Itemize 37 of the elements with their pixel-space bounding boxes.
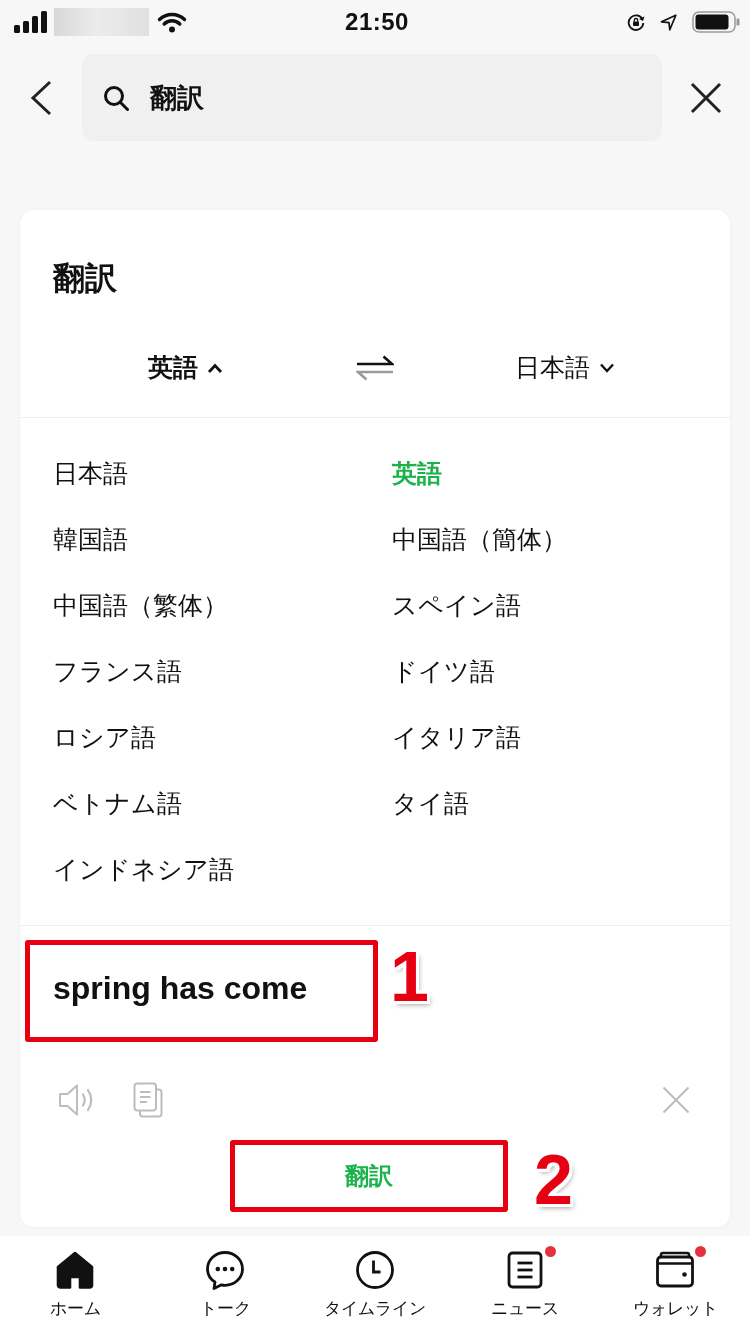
- battery-icon: [692, 11, 740, 33]
- language-option[interactable]: タイ語: [392, 786, 469, 820]
- language-option[interactable]: ベトナム語: [53, 786, 182, 820]
- tab-item[interactable]: ウォレット: [600, 1236, 750, 1334]
- language-option[interactable]: フランス語: [53, 654, 182, 688]
- clear-icon: [662, 1086, 690, 1114]
- target-language-dropdown[interactable]: 日本語: [515, 351, 615, 384]
- language-option[interactable]: ロシア語: [53, 720, 156, 754]
- language-option[interactable]: 韓国語: [53, 522, 128, 556]
- source-language-dropdown[interactable]: 英語: [147, 351, 223, 384]
- clock-time: 21:50: [345, 8, 409, 36]
- wifi-icon: [157, 11, 187, 33]
- close-icon: [690, 81, 722, 114]
- text-input-field[interactable]: spring has come: [20, 926, 365, 1060]
- back-chevron-icon: [30, 79, 52, 116]
- tab-item[interactable]: タイムライン: [300, 1236, 450, 1334]
- language-option[interactable]: 日本語: [53, 456, 128, 490]
- language-option[interactable]: ドイツ語: [392, 654, 495, 688]
- search-icon: [103, 84, 129, 111]
- tab-item[interactable]: ホーム: [0, 1236, 150, 1334]
- chevron-icon: [599, 362, 615, 373]
- chevron-icon: [206, 362, 223, 373]
- copy-icon: [133, 1082, 163, 1118]
- search-field[interactable]: 翻訳: [82, 54, 662, 141]
- language-option[interactable]: イタリア語: [392, 720, 521, 754]
- language-option[interactable]: スペイン語: [392, 588, 521, 622]
- step-number: 2: [534, 1145, 573, 1215]
- step-number: 1: [390, 942, 429, 1012]
- language-option[interactable]: インドネシア語: [53, 852, 234, 886]
- language-option[interactable]: 中国語（簡体）: [392, 522, 567, 556]
- signal-icon: [14, 11, 48, 33]
- card-title: 翻訳: [51, 259, 118, 298]
- orientation-lock-icon: [627, 13, 645, 31]
- language-option[interactable]: 中国語（繁体）: [53, 588, 228, 622]
- tab-item[interactable]: トーク: [150, 1236, 300, 1334]
- tab-item[interactable]: ニュース: [450, 1236, 600, 1334]
- location-arrow-icon: [660, 13, 677, 31]
